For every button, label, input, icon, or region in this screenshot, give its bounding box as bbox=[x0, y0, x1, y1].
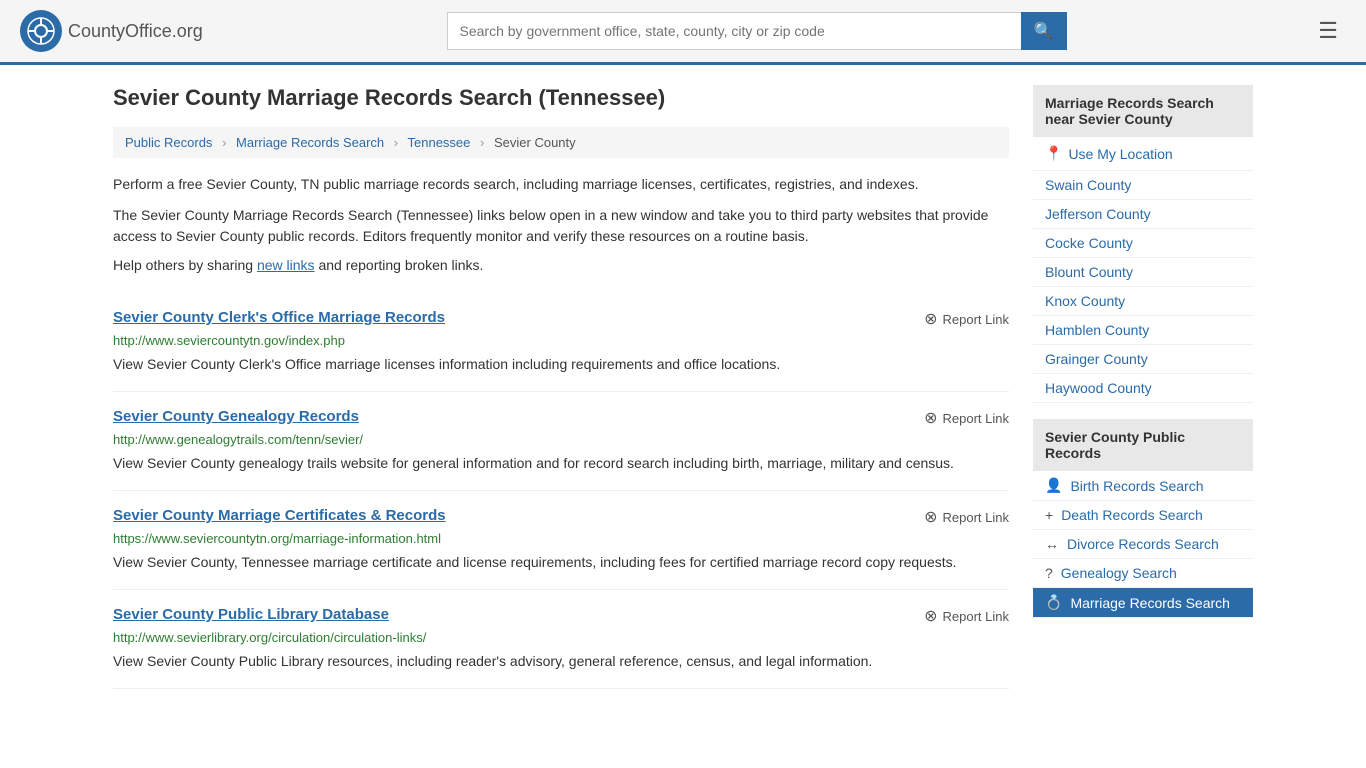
record-card-header: Sevier County Marriage Certificates & Re… bbox=[113, 507, 1009, 527]
record-title-1[interactable]: Sevier County Genealogy Records bbox=[113, 408, 359, 425]
public-record-link-3[interactable]: Genealogy Search bbox=[1061, 565, 1177, 581]
record-desc-1: View Sevier County genealogy trails webs… bbox=[113, 453, 1009, 474]
page-title: Sevier County Marriage Records Search (T… bbox=[113, 85, 1009, 111]
sidebar-county-5[interactable]: Hamblen County bbox=[1033, 316, 1253, 345]
report-link-1[interactable]: ⊗ Report Link bbox=[924, 408, 1009, 428]
nearby-list: 📍 Use My Location Swain County Jefferson … bbox=[1033, 137, 1253, 403]
record-desc-3: View Sevier County Public Library resour… bbox=[113, 651, 1009, 672]
report-label-0: Report Link bbox=[943, 312, 1009, 327]
record-url-2[interactable]: https://www.seviercountytn.org/marriage-… bbox=[113, 531, 1009, 546]
public-record-link-0[interactable]: Birth Records Search bbox=[1070, 478, 1203, 494]
report-icon-3: ⊗ bbox=[924, 606, 937, 626]
record-card: Sevier County Genealogy Records ⊗ Report… bbox=[113, 392, 1009, 491]
public-record-1[interactable]: + Death Records Search bbox=[1033, 501, 1253, 530]
breadcrumb-marriage-records[interactable]: Marriage Records Search bbox=[236, 135, 384, 150]
county-list: Swain County Jefferson County Cocke County… bbox=[1033, 171, 1253, 403]
report-link-2[interactable]: ⊗ Report Link bbox=[924, 507, 1009, 527]
report-icon-1: ⊗ bbox=[924, 408, 937, 428]
sidebar-county-3[interactable]: Blount County bbox=[1033, 258, 1253, 287]
county-link-5[interactable]: Hamblen County bbox=[1045, 322, 1149, 338]
report-icon-0: ⊗ bbox=[924, 309, 937, 329]
menu-button[interactable]: ☰ bbox=[1310, 14, 1346, 48]
public-record-4[interactable]: 💍 Marriage Records Search bbox=[1033, 588, 1253, 618]
county-link-2[interactable]: Cocke County bbox=[1045, 235, 1133, 251]
search-icon: 🔍 bbox=[1034, 21, 1054, 41]
sidebar-county-4[interactable]: Knox County bbox=[1033, 287, 1253, 316]
record-title-0[interactable]: Sevier County Clerk's Office Marriage Re… bbox=[113, 309, 445, 326]
breadcrumb-tennessee[interactable]: Tennessee bbox=[408, 135, 471, 150]
public-record-icon-2: ↔ bbox=[1045, 536, 1059, 552]
sidebar-county-0[interactable]: Swain County bbox=[1033, 171, 1253, 200]
public-record-link-4[interactable]: Marriage Records Search bbox=[1070, 595, 1230, 611]
county-link-3[interactable]: Blount County bbox=[1045, 264, 1133, 280]
menu-icon: ☰ bbox=[1318, 18, 1338, 43]
breadcrumb: Public Records › Marriage Records Search… bbox=[113, 127, 1009, 158]
public-record-0[interactable]: 👤 Birth Records Search bbox=[1033, 471, 1253, 501]
header: CountyOffice.org 🔍 ☰ bbox=[0, 0, 1366, 65]
public-records-list: 👤 Birth Records Search + Death Records S… bbox=[1033, 471, 1253, 618]
report-label-3: Report Link bbox=[943, 609, 1009, 624]
county-link-1[interactable]: Jefferson County bbox=[1045, 206, 1151, 222]
public-record-icon-4: 💍 bbox=[1045, 594, 1062, 611]
county-link-4[interactable]: Knox County bbox=[1045, 293, 1125, 309]
new-links[interactable]: new links bbox=[257, 257, 315, 273]
record-url-3[interactable]: http://www.sevierlibrary.org/circulation… bbox=[113, 630, 1009, 645]
use-location-link[interactable]: Use My Location bbox=[1068, 146, 1172, 162]
record-desc-2: View Sevier County, Tennessee marriage c… bbox=[113, 552, 1009, 573]
main-container: Sevier County Marriage Records Search (T… bbox=[93, 65, 1273, 709]
breadcrumb-public-records[interactable]: Public Records bbox=[125, 135, 212, 150]
record-title-3[interactable]: Sevier County Public Library Database bbox=[113, 606, 389, 623]
sidebar-county-2[interactable]: Cocke County bbox=[1033, 229, 1253, 258]
logo-text: CountyOffice.org bbox=[68, 21, 203, 42]
location-icon: 📍 bbox=[1045, 145, 1062, 162]
report-label-2: Report Link bbox=[943, 510, 1009, 525]
public-record-icon-3: ? bbox=[1045, 565, 1053, 581]
public-record-link-2[interactable]: Divorce Records Search bbox=[1067, 536, 1219, 552]
public-records-section: Sevier County Public Records 👤 Birth Rec… bbox=[1033, 419, 1253, 618]
record-card: Sevier County Clerk's Office Marriage Re… bbox=[113, 293, 1009, 392]
nearby-header: Marriage Records Search near Sevier Coun… bbox=[1033, 85, 1253, 137]
record-card-header: Sevier County Public Library Database ⊗ … bbox=[113, 606, 1009, 626]
report-link-3[interactable]: ⊗ Report Link bbox=[924, 606, 1009, 626]
record-card: Sevier County Public Library Database ⊗ … bbox=[113, 590, 1009, 689]
record-title-2[interactable]: Sevier County Marriage Certificates & Re… bbox=[113, 507, 446, 524]
public-record-icon-1: + bbox=[1045, 507, 1053, 523]
report-label-1: Report Link bbox=[943, 411, 1009, 426]
sidebar: Marriage Records Search near Sevier Coun… bbox=[1033, 85, 1253, 689]
record-card: Sevier County Marriage Certificates & Re… bbox=[113, 491, 1009, 590]
public-record-3[interactable]: ? Genealogy Search bbox=[1033, 559, 1253, 588]
logo-icon bbox=[20, 10, 62, 52]
record-url-0[interactable]: http://www.seviercountytn.gov/index.php bbox=[113, 333, 1009, 348]
sidebar-county-1[interactable]: Jefferson County bbox=[1033, 200, 1253, 229]
search-button[interactable]: 🔍 bbox=[1021, 12, 1067, 50]
record-list: Sevier County Clerk's Office Marriage Re… bbox=[113, 293, 1009, 689]
county-link-7[interactable]: Haywood County bbox=[1045, 380, 1152, 396]
report-icon-2: ⊗ bbox=[924, 507, 937, 527]
public-record-2[interactable]: ↔ Divorce Records Search bbox=[1033, 530, 1253, 559]
sidebar-county-6[interactable]: Grainger County bbox=[1033, 345, 1253, 374]
help-text: Help others by sharing new links and rep… bbox=[113, 257, 1009, 273]
search-area: 🔍 bbox=[447, 12, 1067, 50]
record-card-header: Sevier County Clerk's Office Marriage Re… bbox=[113, 309, 1009, 329]
nearby-section: Marriage Records Search near Sevier Coun… bbox=[1033, 85, 1253, 403]
record-url-1[interactable]: http://www.genealogytrails.com/tenn/sevi… bbox=[113, 432, 1009, 447]
use-my-location[interactable]: 📍 Use My Location bbox=[1033, 137, 1253, 171]
logo-area: CountyOffice.org bbox=[20, 10, 203, 52]
county-link-0[interactable]: Swain County bbox=[1045, 177, 1131, 193]
report-link-0[interactable]: ⊗ Report Link bbox=[924, 309, 1009, 329]
breadcrumb-current: Sevier County bbox=[494, 135, 576, 150]
record-card-header: Sevier County Genealogy Records ⊗ Report… bbox=[113, 408, 1009, 428]
sidebar-county-7[interactable]: Haywood County bbox=[1033, 374, 1253, 403]
record-desc-0: View Sevier County Clerk's Office marria… bbox=[113, 354, 1009, 375]
public-records-header: Sevier County Public Records bbox=[1033, 419, 1253, 471]
intro-paragraph2: The Sevier County Marriage Records Searc… bbox=[113, 205, 1009, 247]
public-record-icon-0: 👤 bbox=[1045, 477, 1062, 494]
public-record-link-1[interactable]: Death Records Search bbox=[1061, 507, 1203, 523]
intro-paragraph1: Perform a free Sevier County, TN public … bbox=[113, 174, 1009, 195]
search-input[interactable] bbox=[447, 12, 1021, 50]
content-area: Sevier County Marriage Records Search (T… bbox=[113, 85, 1009, 689]
county-link-6[interactable]: Grainger County bbox=[1045, 351, 1148, 367]
